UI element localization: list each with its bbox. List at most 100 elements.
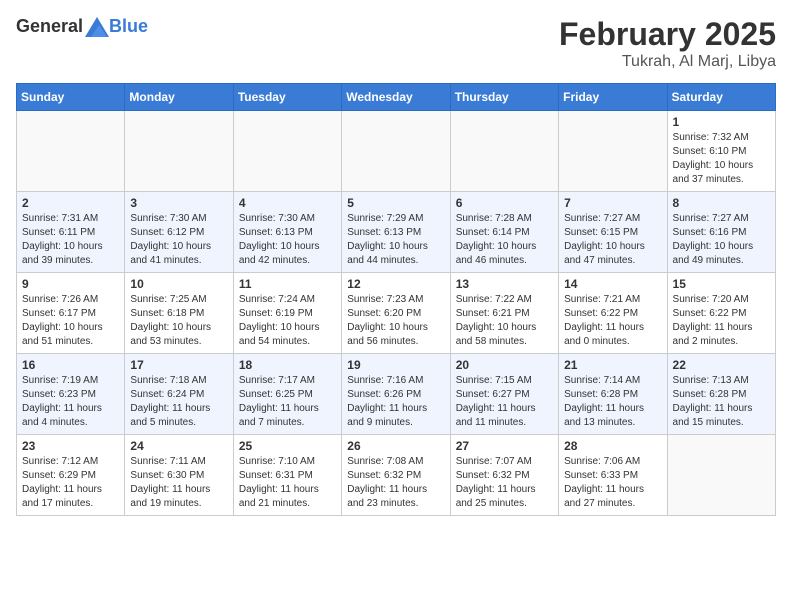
day-info: Sunrise: 7:12 AM Sunset: 6:29 PM Dayligh… [22, 455, 119, 511]
logo: General Blue [16, 16, 148, 37]
day-number: 12 [347, 277, 444, 291]
day-info: Sunrise: 7:25 AM Sunset: 6:18 PM Dayligh… [130, 293, 227, 349]
calendar-cell: 28 Sunrise: 7:06 AM Sunset: 6:33 PM Dayli… [559, 435, 667, 516]
logo-icon [85, 17, 109, 37]
day-info: Sunrise: 7:21 AM Sunset: 6:22 PM Dayligh… [564, 293, 661, 349]
day-info: Sunrise: 7:17 AM Sunset: 6:25 PM Dayligh… [239, 374, 336, 430]
day-info: Sunrise: 7:18 AM Sunset: 6:24 PM Dayligh… [130, 374, 227, 430]
day-info: Sunrise: 7:27 AM Sunset: 6:16 PM Dayligh… [673, 212, 770, 268]
day-number: 7 [564, 196, 661, 210]
calendar-cell: 18 Sunrise: 7:17 AM Sunset: 6:25 PM Dayli… [233, 354, 341, 435]
logo-blue: Blue [109, 16, 148, 37]
day-number: 11 [239, 277, 336, 291]
weekday-header-saturday: Saturday [667, 84, 775, 111]
day-number: 21 [564, 358, 661, 372]
weekday-header-row: SundayMondayTuesdayWednesdayThursdayFrid… [17, 84, 776, 111]
day-number: 26 [347, 439, 444, 453]
day-info: Sunrise: 7:16 AM Sunset: 6:26 PM Dayligh… [347, 374, 444, 430]
day-number: 1 [673, 115, 770, 129]
day-number: 14 [564, 277, 661, 291]
calendar-cell [559, 111, 667, 192]
calendar-cell: 11 Sunrise: 7:24 AM Sunset: 6:19 PM Dayli… [233, 273, 341, 354]
day-number: 23 [22, 439, 119, 453]
calendar-cell: 5 Sunrise: 7:29 AM Sunset: 6:13 PM Daylig… [342, 192, 450, 273]
day-number: 22 [673, 358, 770, 372]
calendar-cell: 4 Sunrise: 7:30 AM Sunset: 6:13 PM Daylig… [233, 192, 341, 273]
location-title: Tukrah, Al Marj, Libya [559, 53, 776, 71]
calendar-cell: 19 Sunrise: 7:16 AM Sunset: 6:26 PM Dayli… [342, 354, 450, 435]
day-info: Sunrise: 7:30 AM Sunset: 6:13 PM Dayligh… [239, 212, 336, 268]
day-number: 13 [456, 277, 553, 291]
calendar-cell: 24 Sunrise: 7:11 AM Sunset: 6:30 PM Dayli… [125, 435, 233, 516]
day-number: 15 [673, 277, 770, 291]
weekday-header-monday: Monday [125, 84, 233, 111]
calendar-cell [233, 111, 341, 192]
weekday-header-sunday: Sunday [17, 84, 125, 111]
calendar-cell: 15 Sunrise: 7:20 AM Sunset: 6:22 PM Dayli… [667, 273, 775, 354]
calendar-cell: 22Sunrise: 7:13 AM Sunset: 6:28 PM Dayli… [667, 354, 775, 435]
calendar-cell: 12 Sunrise: 7:23 AM Sunset: 6:20 PM Dayli… [342, 273, 450, 354]
day-number: 8 [673, 196, 770, 210]
day-number: 9 [22, 277, 119, 291]
month-title: February 2025 [559, 16, 776, 53]
day-info: Sunrise: 7:14 AM Sunset: 6:28 PM Dayligh… [564, 374, 661, 430]
day-number: 2 [22, 196, 119, 210]
calendar-cell: 27 Sunrise: 7:07 AM Sunset: 6:32 PM Dayli… [450, 435, 558, 516]
calendar-cell [125, 111, 233, 192]
page-header: General Blue February 2025 Tukrah, Al Ma… [16, 16, 776, 71]
day-number: 27 [456, 439, 553, 453]
calendar-cell: 20 Sunrise: 7:15 AM Sunset: 6:27 PM Dayli… [450, 354, 558, 435]
calendar-cell: 3 Sunrise: 7:30 AM Sunset: 6:12 PM Daylig… [125, 192, 233, 273]
calendar-cell: 26 Sunrise: 7:08 AM Sunset: 6:32 PM Dayli… [342, 435, 450, 516]
day-info: Sunrise: 7:23 AM Sunset: 6:20 PM Dayligh… [347, 293, 444, 349]
day-info: Sunrise: 7:30 AM Sunset: 6:12 PM Dayligh… [130, 212, 227, 268]
day-info: Sunrise: 7:29 AM Sunset: 6:13 PM Dayligh… [347, 212, 444, 268]
day-info: Sunrise: 7:32 AM Sunset: 6:10 PM Dayligh… [673, 131, 770, 187]
day-number: 25 [239, 439, 336, 453]
day-info: Sunrise: 7:20 AM Sunset: 6:22 PM Dayligh… [673, 293, 770, 349]
day-info: Sunrise: 7:07 AM Sunset: 6:32 PM Dayligh… [456, 455, 553, 511]
day-number: 24 [130, 439, 227, 453]
day-number: 4 [239, 196, 336, 210]
calendar-week-row: 23 Sunrise: 7:12 AM Sunset: 6:29 PM Dayli… [17, 435, 776, 516]
day-info: Sunrise: 7:26 AM Sunset: 6:17 PM Dayligh… [22, 293, 119, 349]
calendar-cell: 9 Sunrise: 7:26 AM Sunset: 6:17 PM Daylig… [17, 273, 125, 354]
weekday-header-wednesday: Wednesday [342, 84, 450, 111]
calendar-cell: 7 Sunrise: 7:27 AM Sunset: 6:15 PM Daylig… [559, 192, 667, 273]
calendar-cell: 13 Sunrise: 7:22 AM Sunset: 6:21 PM Dayli… [450, 273, 558, 354]
day-info: Sunrise: 7:22 AM Sunset: 6:21 PM Dayligh… [456, 293, 553, 349]
calendar-cell: 1 Sunrise: 7:32 AM Sunset: 6:10 PM Daylig… [667, 111, 775, 192]
day-info: Sunrise: 7:24 AM Sunset: 6:19 PM Dayligh… [239, 293, 336, 349]
day-info: Sunrise: 7:28 AM Sunset: 6:14 PM Dayligh… [456, 212, 553, 268]
day-number: 10 [130, 277, 227, 291]
weekday-header-thursday: Thursday [450, 84, 558, 111]
calendar-cell: 23 Sunrise: 7:12 AM Sunset: 6:29 PM Dayli… [17, 435, 125, 516]
logo-general: General [16, 16, 83, 37]
day-number: 20 [456, 358, 553, 372]
day-info: Sunrise: 7:27 AM Sunset: 6:15 PM Dayligh… [564, 212, 661, 268]
calendar-cell: 2 Sunrise: 7:31 AM Sunset: 6:11 PM Daylig… [17, 192, 125, 273]
day-number: 3 [130, 196, 227, 210]
day-number: 5 [347, 196, 444, 210]
day-info: Sunrise: 7:19 AM Sunset: 6:23 PM Dayligh… [22, 374, 119, 430]
day-number: 17 [130, 358, 227, 372]
day-number: 18 [239, 358, 336, 372]
day-info: Sunrise: 7:06 AM Sunset: 6:33 PM Dayligh… [564, 455, 661, 511]
calendar-cell [17, 111, 125, 192]
day-info: Sunrise: 7:11 AM Sunset: 6:30 PM Dayligh… [130, 455, 227, 511]
calendar-week-row: 2 Sunrise: 7:31 AM Sunset: 6:11 PM Daylig… [17, 192, 776, 273]
day-info: Sunrise: 7:31 AM Sunset: 6:11 PM Dayligh… [22, 212, 119, 268]
calendar-cell: 10 Sunrise: 7:25 AM Sunset: 6:18 PM Dayli… [125, 273, 233, 354]
weekday-header-friday: Friday [559, 84, 667, 111]
day-info: Sunrise: 7:10 AM Sunset: 6:31 PM Dayligh… [239, 455, 336, 511]
day-number: 16 [22, 358, 119, 372]
calendar-cell [667, 435, 775, 516]
day-info: Sunrise: 7:15 AM Sunset: 6:27 PM Dayligh… [456, 374, 553, 430]
day-info: Sunrise: 7:08 AM Sunset: 6:32 PM Dayligh… [347, 455, 444, 511]
day-number: 28 [564, 439, 661, 453]
title-block: February 2025 Tukrah, Al Marj, Libya [559, 16, 776, 71]
calendar-week-row: 1 Sunrise: 7:32 AM Sunset: 6:10 PM Daylig… [17, 111, 776, 192]
day-number: 19 [347, 358, 444, 372]
calendar-week-row: 16 Sunrise: 7:19 AM Sunset: 6:23 PM Dayli… [17, 354, 776, 435]
calendar-cell: 25 Sunrise: 7:10 AM Sunset: 6:31 PM Dayli… [233, 435, 341, 516]
